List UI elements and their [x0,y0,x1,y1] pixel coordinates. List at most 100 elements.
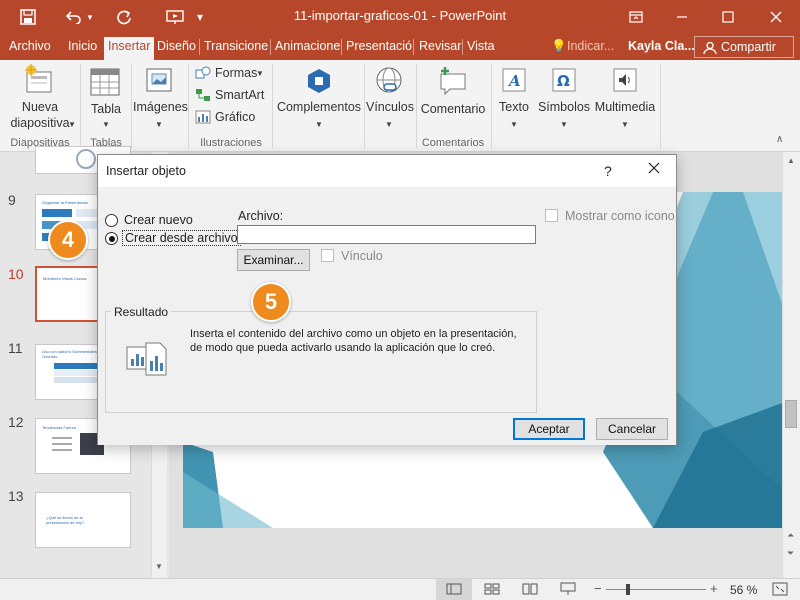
browse-button[interactable]: Examinar... [237,249,310,271]
new-slide-button[interactable]: Nueva diapositiva ▼ [4,62,76,134]
tab-presentacion[interactable]: Presentació [346,39,412,53]
help-button[interactable]: ? [604,163,612,179]
link-icon [376,67,402,93]
addins-label: Complementos [276,100,362,114]
next-slide-icon[interactable]: ⏷ [787,548,794,559]
new-slide-label-1: Nueva [21,100,59,114]
slide-scrollbar[interactable]: ▲ ⏶ ⏷ [782,152,800,578]
text-icon: A [502,68,526,92]
share-label: Compartir [721,40,776,54]
images-button[interactable]: Imágenes ▼ [133,62,188,134]
zoom-slider[interactable] [606,589,706,590]
slide-thumb-13[interactable]: ¿Qué se llevan de la presentación de hoy… [35,492,131,548]
tab-inicio[interactable]: Inicio [68,39,97,53]
addins-button[interactable]: Complementos ▼ [275,62,363,134]
tab-archivo[interactable]: Archivo [9,39,51,53]
user-name[interactable]: Kayla Cla... [628,39,695,53]
link-checkbox[interactable] [321,249,334,262]
user-icon [703,41,717,55]
tab-diseno[interactable]: Diseño [157,39,196,53]
create-from-file-label[interactable]: Crear desde archivo [122,230,241,246]
scroll-up-icon[interactable]: ▲ [787,156,795,165]
table-icon [90,68,120,96]
tab-transiciones[interactable]: Transicione [204,39,268,53]
ribbon-display-options-icon[interactable] [624,6,648,28]
link-label: Vínculo [341,249,383,263]
tell-me-box[interactable]: Indicar... [567,39,614,53]
status-bar: − + 56 % [0,578,800,600]
zoom-level[interactable]: 56 % [730,583,757,597]
comment-icon [440,67,466,96]
object-file-icon [126,342,167,376]
zoom-in-icon[interactable]: + [710,581,718,596]
chart-button[interactable]: Gráfico [194,108,270,126]
ok-button[interactable]: Aceptar [513,418,585,440]
reading-view-icon [522,583,538,595]
tab-insertar[interactable]: Insertar [104,37,155,60]
chevron-down-icon: ▼ [560,120,568,129]
smartart-button[interactable]: SmartArt [194,86,270,104]
slide-thumb-title: Tendencias Fuerza [42,425,76,430]
fit-to-window-button[interactable] [772,582,788,599]
cancel-button[interactable]: Cancelar [596,418,668,440]
zoom-out-icon[interactable]: − [594,581,602,596]
comment-button[interactable]: Comentario [418,62,488,134]
collapse-ribbon-icon[interactable]: ∧ [776,134,783,145]
zoom-slider-thumb[interactable] [626,584,630,595]
chevron-down-icon: ▼ [102,120,110,129]
chevron-down-icon: ▼ [68,120,76,129]
slide-number: 12 [8,414,24,430]
smartart-label: SmartArt [215,88,265,102]
close-window-icon[interactable] [764,6,788,28]
create-new-label[interactable]: Crear nuevo [124,213,193,227]
previous-slide-icon[interactable]: ⏶ [787,530,794,541]
chart-icon [195,110,211,124]
close-dialog-button[interactable] [648,162,660,177]
symbols-label: Símbolos [537,100,591,114]
tab-animaciones[interactable]: Animacione [275,39,340,53]
multimedia-label: Multimedia [594,100,656,114]
svg-text:A: A [507,72,521,90]
symbols-button[interactable]: Ω Símbolos ▼ [536,62,592,134]
tab-revisar[interactable]: Revisar [419,39,461,53]
normal-view-icon [446,583,462,595]
multimedia-button[interactable]: Multimedia ▼ [592,62,658,134]
view-normal-button[interactable] [436,579,472,600]
share-button[interactable]: Compartir [694,36,794,58]
ribbon-tabs: Archivo Inicio Insertar Diseño Transicio… [0,34,800,60]
table-button[interactable]: Tabla ▼ [84,62,128,134]
title-bar: ▼ ▾ 11-importar-graficos-01 - PowerPoint [0,0,800,34]
result-groupbox [105,311,537,413]
new-slide-label-2: diapositiva [10,116,70,130]
maximize-icon[interactable] [716,6,740,28]
links-button[interactable]: Vínculos ▼ [366,62,414,134]
slide-sorter-icon [484,583,500,595]
view-reading-button[interactable] [522,582,538,599]
shapes-button[interactable]: Formas ▼ [194,64,270,82]
shapes-label: Formas [215,66,258,80]
show-as-icon-checkbox[interactable] [545,209,558,222]
chevron-down-icon: ▼ [385,120,393,129]
text-button[interactable]: A Texto ▼ [494,62,534,134]
scrollbar-thumb[interactable] [785,400,797,428]
slide-thumb-title: Uso con sabor/o Sortimentales Ocurado [42,349,97,359]
create-from-file-radio[interactable] [105,232,118,245]
chevron-down-icon: ▼ [315,120,323,129]
tab-vista[interactable]: Vista [467,39,495,53]
step-4-callout: 4 [48,220,88,260]
comment-label: Comentario [420,102,486,116]
dialog-title-bar: Insertar objeto ? [98,155,676,187]
links-label: Vínculos [366,100,414,114]
scroll-down-icon[interactable]: ▼ [155,562,163,571]
minimize-icon[interactable] [670,6,694,28]
file-path-input[interactable] [237,225,536,244]
speaker-icon [613,68,637,92]
new-slide-icon [25,64,52,93]
chevron-down-icon: ▼ [621,120,629,129]
shapes-icon [195,66,211,79]
text-label: Texto [499,100,529,114]
view-sorter-button[interactable] [484,583,500,598]
create-new-radio[interactable] [105,214,118,227]
view-slideshow-button[interactable] [560,582,576,599]
lightbulb-icon: 💡 [551,39,567,53]
